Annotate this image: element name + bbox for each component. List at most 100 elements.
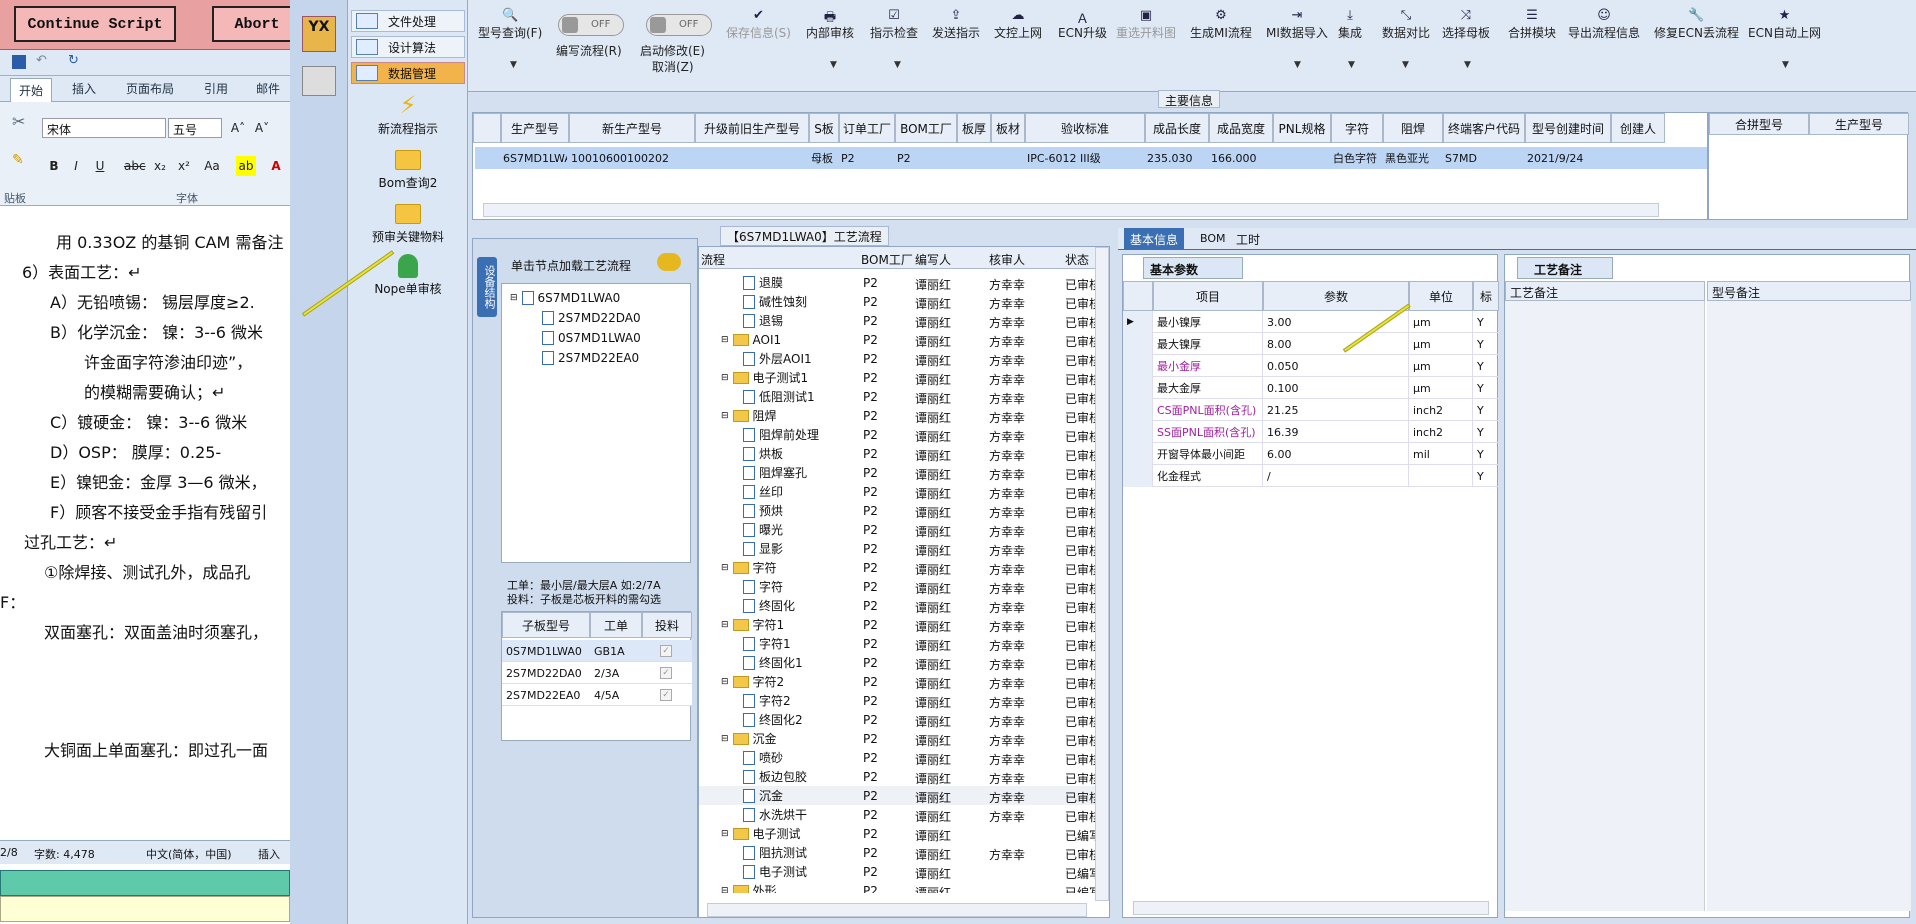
flow-node[interactable]: 字符2 [743, 691, 791, 710]
flow-node[interactable]: 喷砂 [743, 748, 783, 767]
column-header[interactable]: 验收标准 [1025, 113, 1145, 143]
chevron-down-icon[interactable]: ▼ [830, 60, 837, 70]
grow-font-icon[interactable]: A˄ [228, 118, 248, 138]
table-cell[interactable] [697, 147, 807, 169]
export-flow-button[interactable]: ☺ 导出流程信息 [1568, 8, 1640, 41]
flow-node[interactable]: ⊟ 电子测试1 [721, 368, 808, 387]
flow-node[interactable]: 丝印 [743, 482, 783, 501]
chevron-down-icon[interactable]: ▼ [894, 60, 901, 70]
column-header[interactable]: 编写人 [915, 251, 951, 268]
column-header[interactable]: 参数 [1263, 281, 1409, 311]
table-cell[interactable]: IPC-6012 III级 [1027, 147, 1143, 169]
tree-row[interactable]: 阻焊塞孔 P2 谭丽红 方幸幸 已审核 [699, 463, 1095, 482]
ecn-auto-online-button[interactable]: ★ ECN自动上网 [1748, 8, 1821, 41]
column-header[interactable]: 单位 [1409, 281, 1473, 311]
table-cell[interactable]: 黑色亚光 [1385, 147, 1441, 169]
table-cell[interactable]: 母板 [811, 147, 837, 169]
column-header[interactable]: 核审人 [989, 251, 1025, 268]
chevron-down-icon[interactable]: ▼ [1348, 60, 1355, 70]
tree-row[interactable]: ⊟ 字符2 P2 谭丽红 方幸幸 已审核 [699, 672, 1095, 691]
param-cell[interactable]: 16.39 [1263, 421, 1409, 443]
horizontal-scrollbar[interactable] [1133, 901, 1489, 915]
chevron-down-icon[interactable]: ▼ [510, 60, 517, 70]
table-cell[interactable]: P2 [841, 147, 893, 169]
bom-query-button[interactable]: Bom查询2 [348, 150, 468, 191]
generate-mi-button[interactable]: ⚙ 生成MI流程 [1190, 8, 1252, 41]
flow-node[interactable]: 阻抗测试 [743, 843, 807, 862]
process-remark-field[interactable] [1505, 301, 1705, 911]
tree-row[interactable]: 碱性蚀刻 P2 谭丽红 方幸幸 已审核 [699, 292, 1095, 311]
flow-node[interactable]: 曝光 [743, 520, 783, 539]
instruction-check-button[interactable]: ☑ 指示检查 [870, 8, 918, 41]
column-header[interactable]: BOM工厂 [861, 251, 913, 268]
tree-node-root[interactable]: ⊟ 6S7MD1LWA0 [510, 288, 620, 307]
column-header[interactable]: 创建人 [1611, 113, 1665, 143]
table-cell[interactable]: P2 [897, 147, 955, 169]
tree-row[interactable]: 阻焊前处理 P2 谭丽红 方幸幸 已审核 [699, 425, 1095, 444]
word-document[interactable]: 用 0.33OZ 的基铜 CAM 需备注 6）表面工艺：↵ A）无铅喷锡： 锡层… [0, 206, 290, 840]
flow-node[interactable]: 字符 [743, 577, 783, 596]
column-header[interactable]: PNL规格 [1273, 113, 1331, 143]
param-cell[interactable]: / [1263, 465, 1409, 487]
format-painter-icon[interactable]: ✎ [12, 152, 24, 168]
flow-node[interactable]: 终固化 [743, 596, 795, 615]
column-header[interactable]: 板厚 [957, 113, 991, 143]
flow-node[interactable]: ⊟ 外形 [721, 881, 777, 893]
flow-node[interactable]: 低阻测试1 [743, 387, 815, 406]
param-cell[interactable]: 8.00 [1263, 333, 1409, 355]
italic-button[interactable]: I [66, 156, 86, 176]
redo-icon[interactable]: ↻ [68, 53, 79, 68]
tree-row[interactable]: 外层AOI1 P2 谭丽红 方幸幸 已审核 [699, 349, 1095, 368]
column-header[interactable]: 标 [1473, 281, 1499, 311]
column-header[interactable]: 终端客户代码 [1443, 113, 1525, 143]
flow-node[interactable]: ⊟ 电子测试 [721, 824, 801, 843]
param-cell[interactable]: 0.050 [1263, 355, 1409, 377]
table-cell[interactable] [959, 147, 989, 169]
param-row[interactable]: 化金程式 / Y [1123, 465, 1499, 487]
tree-row[interactable]: 退锡 P2 谭丽红 方幸幸 已审核 [699, 311, 1095, 330]
tree-row[interactable]: 终固化 P2 谭丽红 方幸幸 已审核 [699, 596, 1095, 615]
column-header[interactable]: 生产型号 [501, 113, 569, 143]
param-row[interactable]: CS面PNL面积(含孔) 21.25 inch2 Y [1123, 399, 1499, 421]
table-cell[interactable]: 白色字符 [1333, 147, 1381, 169]
flow-node[interactable]: 电子测试 [743, 862, 807, 881]
save-icon[interactable] [12, 55, 26, 69]
flow-node[interactable]: 板边包胶 [743, 767, 807, 786]
continue-script-button[interactable]: Continue Script [14, 6, 176, 42]
chevron-down-icon[interactable]: ▼ [1464, 60, 1471, 70]
tree-row[interactable]: 终固化2 P2 谭丽红 方幸幸 已审核 [699, 710, 1095, 729]
material-checkbox[interactable]: ✓ [660, 645, 672, 657]
shrink-font-icon[interactable]: A˅ [252, 118, 272, 138]
language[interactable]: 中文(简体，中国) [146, 846, 232, 862]
remarks-tab[interactable]: 工艺备注 [1517, 257, 1613, 279]
tree-row[interactable]: 字符2 P2 谭丽红 方幸幸 已审核 [699, 691, 1095, 710]
insert-mode[interactable]: 插入 [258, 846, 280, 862]
horizontal-scrollbar[interactable] [707, 903, 1087, 917]
integrate-button[interactable]: ⤓ 集成 [1338, 8, 1362, 41]
change-case-button[interactable]: Aa [202, 156, 222, 176]
column-header[interactable]: 投料 [642, 612, 692, 638]
table-cell[interactable]: S7MD [1445, 147, 1523, 169]
collapse-icon[interactable]: ⊟ [721, 829, 729, 839]
param-row[interactable]: ▶ 最小镍厚 3.00 μm Y [1123, 311, 1499, 333]
column-header[interactable]: 生产型号 [1809, 113, 1909, 135]
tree-row[interactable]: 喷砂 P2 谭丽红 方幸幸 已审核 [699, 748, 1095, 767]
flow-node[interactable]: 预烘 [743, 501, 783, 520]
tree-row[interactable]: 沉金 P2 谭丽红 方幸幸 已审核 [699, 786, 1095, 805]
flow-node[interactable]: 显影 [743, 539, 783, 558]
param-row[interactable]: 开窗导体最小间距 6.00 mil Y [1123, 443, 1499, 465]
tab-insert[interactable]: 插入 [72, 80, 96, 97]
param-row[interactable]: 最小金厚 0.050 μm Y [1123, 355, 1499, 377]
vertical-tab-equipment[interactable]: 设备结构 [477, 257, 497, 317]
pre-review-material-button[interactable]: 预审关键物料 [348, 204, 468, 245]
param-row[interactable]: 最大金厚 0.100 μm Y [1123, 377, 1499, 399]
subscript-button[interactable]: x₂ [150, 156, 170, 176]
collapse-icon[interactable]: ⊟ [721, 677, 729, 687]
column-header[interactable]: 成品长度 [1145, 113, 1209, 143]
repair-ecn-button[interactable]: 🔧 修复ECN丢流程 [1654, 8, 1739, 41]
tree-row[interactable]: 字符 P2 谭丽红 方幸幸 已审核 [699, 577, 1095, 596]
flow-node[interactable]: 外层AOI1 [743, 349, 812, 368]
column-header[interactable]: 型号创建时间 [1525, 113, 1611, 143]
column-header[interactable]: 字符 [1331, 113, 1383, 143]
bold-button[interactable]: B [44, 156, 64, 176]
